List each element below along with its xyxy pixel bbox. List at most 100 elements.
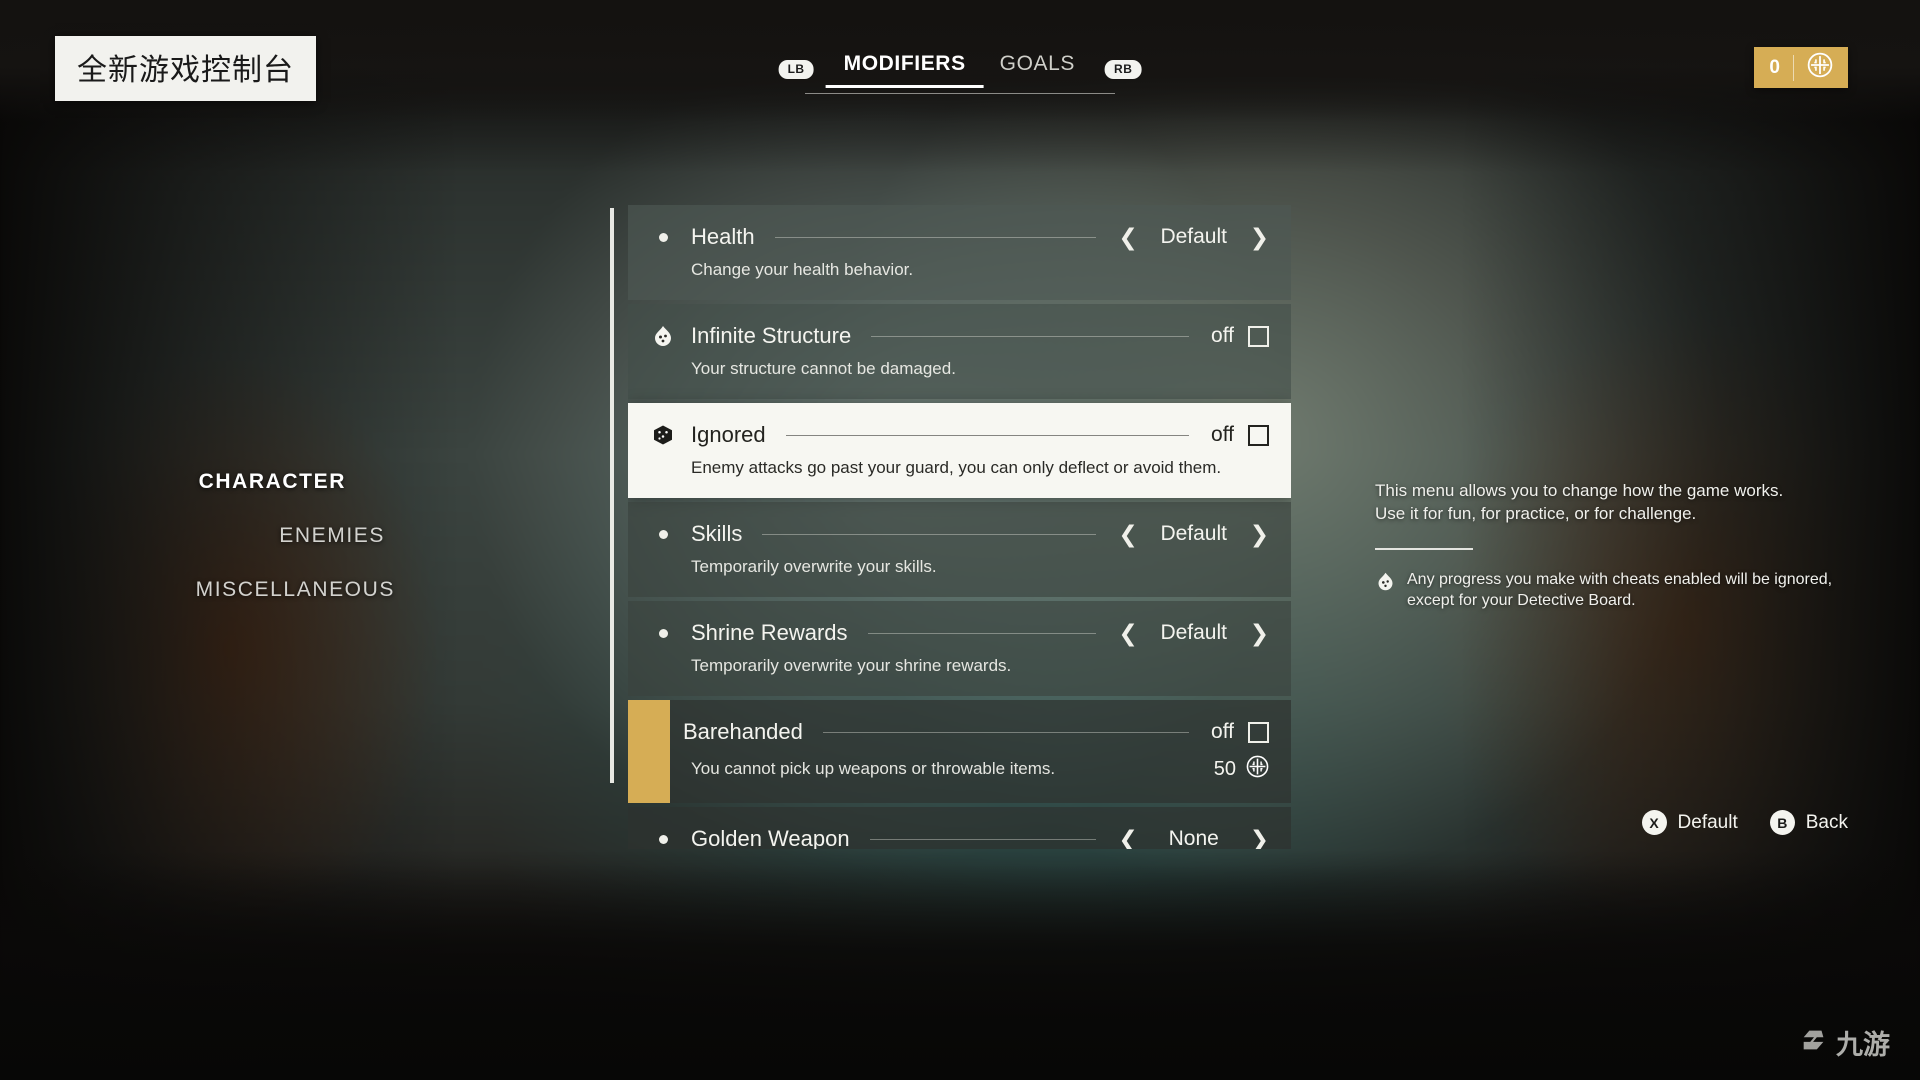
cheat-dice-flame-icon [648, 324, 678, 348]
modifier-checkbox[interactable] [1248, 325, 1269, 347]
row-divider-line [785, 434, 1190, 436]
sidebar-item-miscellaneous[interactable]: MISCELLANEOUS [0, 578, 483, 602]
bottom-gradient [0, 850, 1920, 1080]
table-row[interactable]: Golden Weapon ❮ None ❯ [628, 807, 1291, 849]
lb-bumper-icon[interactable]: LB [778, 59, 814, 79]
bullet-dot-icon [648, 529, 678, 539]
row-divider-line [869, 838, 1097, 840]
button-prompts: X Default B Back [1641, 810, 1848, 835]
modifier-value: Default [1160, 522, 1227, 545]
table-row[interactable]: Health ❮ Default ❯ Change your health be… [628, 205, 1291, 300]
modifier-toggle[interactable]: off [1195, 324, 1269, 348]
cheat-dice-icon [648, 423, 678, 447]
cheat-warning-note: Any progress you make with cheats enable… [1375, 569, 1845, 611]
modifier-title: Health [691, 224, 755, 249]
modifier-description: You cannot pick up weapons or throwable … [691, 759, 1056, 778]
x-button-icon: X [1641, 810, 1667, 835]
table-row[interactable]: Skills ❮ Default ❯ Temporarily overwrite… [628, 502, 1291, 597]
tab-bar: LB MODIFIERS GOALS RB [778, 50, 1142, 88]
watermark-text: 九游 [1836, 1030, 1890, 1061]
row-divider-line [867, 632, 1097, 634]
info-divider [1375, 547, 1473, 550]
chevron-right-icon[interactable]: ❯ [1250, 827, 1269, 849]
modifier-value: off [1211, 324, 1234, 347]
info-panel: This menu allows you to change how the g… [1375, 480, 1845, 611]
modifier-title: Infinite Structure [691, 323, 852, 348]
watermark-logo-icon [1799, 1025, 1829, 1060]
cheat-dice-flame-icon [1375, 569, 1396, 597]
bullet-dot-icon [648, 232, 678, 242]
category-nav: CHARACTER ENEMIES MISCELLANEOUS [0, 470, 483, 632]
page-title: 全新游戏控制台 [77, 53, 294, 88]
modifier-value: Default [1160, 225, 1227, 248]
tab-goals[interactable]: GOALS [996, 50, 1079, 88]
chevron-left-icon[interactable]: ❮ [1118, 621, 1137, 645]
table-row[interactable]: Infinite Structure off Your structure ca… [628, 304, 1291, 399]
info-line-2: Use it for fun, for practice, or for cha… [1375, 503, 1697, 523]
b-button-icon: B [1769, 810, 1795, 835]
currency-badge: 0 [1754, 47, 1848, 88]
row-divider-line [762, 533, 1097, 535]
info-line-1: This menu allows you to change how the g… [1375, 481, 1784, 500]
coin-emblem-icon [1246, 755, 1269, 783]
modifier-title: Skills [691, 521, 743, 546]
chevron-left-icon[interactable]: ❮ [1118, 522, 1137, 546]
currency-divider [1793, 54, 1794, 81]
tab-modifiers[interactable]: MODIFIERS [825, 50, 984, 88]
modifier-description: Enemy attacks go past your guard, you ca… [691, 458, 1222, 477]
table-row-selected[interactable]: Ignored off Enemy attacks go past your g… [628, 403, 1291, 498]
modifier-description: Temporarily overwrite your shrine reward… [691, 656, 1012, 675]
site-watermark: 九游 [1799, 1023, 1890, 1062]
modifier-stepper[interactable]: ❮ Default ❯ [1102, 522, 1269, 546]
row-divider-line [822, 731, 1190, 733]
modifier-description: Your structure cannot be damaged. [691, 359, 956, 378]
page-title-badge: 全新游戏控制台 [55, 36, 316, 101]
list-scrollbar[interactable] [610, 208, 614, 783]
sidebar-item-enemies[interactable]: ENEMIES [0, 524, 483, 548]
modifier-value: off [1211, 720, 1234, 743]
currency-amount: 0 [1769, 56, 1780, 78]
modifier-title: Shrine Rewards [691, 620, 848, 645]
row-divider-line [871, 335, 1190, 337]
table-row[interactable]: Shrine Rewards ❮ Default ❯ Temporarily o… [628, 601, 1291, 696]
modifier-cost-value: 50 [1213, 757, 1236, 780]
modifier-value: None [1168, 827, 1219, 849]
modifier-checkbox[interactable] [1248, 721, 1269, 743]
sidebar-item-character[interactable]: CHARACTER [0, 470, 483, 494]
modifier-value: off [1211, 423, 1234, 446]
modifier-stepper[interactable]: ❮ Default ❯ [1102, 225, 1269, 249]
table-row[interactable]: Barehanded off You cannot pick up weapon… [628, 700, 1291, 803]
chevron-right-icon[interactable]: ❯ [1250, 522, 1269, 546]
rb-bumper-icon[interactable]: RB [1105, 59, 1142, 79]
tab-bar-underline [805, 93, 1115, 94]
modifier-toggle[interactable]: off [1195, 423, 1269, 447]
bullet-dot-icon [648, 834, 678, 844]
bullet-dot-icon [648, 628, 678, 638]
modifier-title: Barehanded [683, 719, 803, 744]
modifier-description: Temporarily overwrite your skills. [691, 557, 937, 576]
coin-emblem-icon [1807, 52, 1833, 83]
prompt-back[interactable]: B Back [1769, 810, 1848, 835]
chevron-right-icon[interactable]: ❯ [1250, 225, 1269, 249]
modifier-title: Golden Weapon [691, 826, 850, 849]
prompt-back-label: Back [1805, 811, 1848, 833]
row-divider-line [774, 236, 1097, 238]
locked-modifier-marker [628, 700, 670, 803]
modifier-description: Change your health behavior. [691, 260, 914, 279]
modifier-stepper[interactable]: ❮ Default ❯ [1102, 621, 1269, 645]
top-bar: 全新游戏控制台 LB MODIFIERS GOALS RB 0 [0, 0, 1920, 122]
chevron-left-icon[interactable]: ❮ [1118, 827, 1137, 849]
cheat-warning-text: Any progress you make with cheats enable… [1407, 570, 1833, 609]
chevron-left-icon[interactable]: ❮ [1118, 225, 1137, 249]
modifier-cost: 50 [1214, 755, 1269, 783]
modifier-toggle[interactable]: off [1195, 720, 1269, 744]
game-console-screen: 全新游戏控制台 LB MODIFIERS GOALS RB 0 CHARACTE… [0, 0, 1920, 1080]
modifier-title: Ignored [691, 422, 766, 447]
modifier-stepper[interactable]: ❮ None ❯ [1102, 827, 1269, 849]
modifier-checkbox[interactable] [1248, 424, 1269, 446]
chevron-right-icon[interactable]: ❯ [1250, 621, 1269, 645]
modifier-value: Default [1160, 621, 1227, 644]
modifier-list: Health ❮ Default ❯ Change your health be… [628, 205, 1291, 920]
prompt-default-label: Default [1677, 811, 1738, 833]
prompt-default[interactable]: X Default [1641, 810, 1738, 835]
